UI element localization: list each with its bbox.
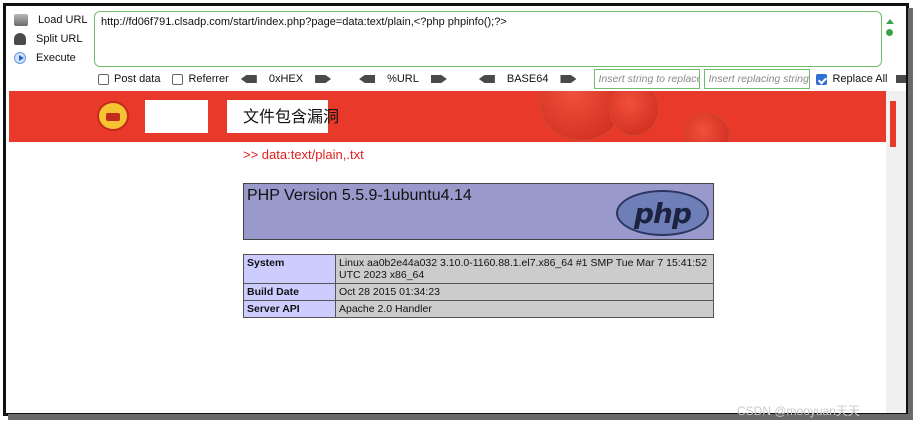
include-link[interactable]: >> data:text/plain,.txt [243,147,364,162]
header-logo-placeholder [145,100,208,133]
expand-down-icon[interactable] [886,29,893,36]
hackbar-toolbar: Load URL Split URL Execute http://fd06f7… [6,6,906,90]
execute-icon [14,51,26,64]
expand-up-icon[interactable] [886,19,894,24]
url-decode-arrow-icon[interactable] [359,75,376,83]
insert-string-input[interactable]: Insert string to replace [594,69,701,89]
table-row: System Linux aa0b2e44a032 3.10.0-1160.88… [243,254,714,284]
watermark: CSDN @mooyuan天天 [737,404,860,418]
url-encoder: %URL [355,73,451,85]
lantern-decoration-icon [609,91,659,136]
replace-arrow-icon[interactable] [895,75,906,83]
base64-encoder: BASE64 [475,73,581,85]
phpinfo-header: PHP Version 5.5.9-1ubuntu4.14 php [243,183,714,240]
load-url-label: Load URL [38,13,88,26]
header-banner [9,91,886,142]
url-textarea[interactable]: http://fd06f791.clsadp.com/start/index.p… [94,11,882,67]
info-key: System [243,254,336,284]
hackbar-options-row: Post data Referrer 0xHEX %URL BASE64 Ins… [98,69,906,89]
table-row: Build Date Oct 28 2015 01:34:23 [243,283,714,301]
split-url-label: Split URL [36,32,83,45]
scrollbar-thumb[interactable] [890,101,896,147]
replace-all-label: Replace All [832,73,888,85]
hex-encoder: 0xHEX [237,73,335,85]
phpinfo-table: System Linux aa0b2e44a032 3.10.0-1160.88… [243,254,714,318]
referrer-label: Referrer [188,73,229,85]
info-value: Apache 2.0 Handler [335,300,714,318]
replacing-string-input[interactable]: Insert replacing string [704,69,811,89]
split-url-icon [14,32,26,45]
split-url-button[interactable]: Split URL [14,29,94,48]
post-data-checkbox[interactable] [98,73,109,85]
php-version-text: PHP Version 5.5.9-1ubuntu4.14 [247,187,472,204]
lion-mascot-icon [97,101,129,131]
frame-shadow-right [908,8,913,420]
info-key: Server API [243,300,336,318]
url-label: %URL [387,73,419,85]
lantern-decoration-icon [684,113,730,142]
replace-all-checkbox[interactable] [816,73,828,85]
page-scrollbar[interactable] [886,91,906,413]
info-key: Build Date [243,283,336,301]
info-value: Linux aa0b2e44a032 3.10.0-1160.88.1.el7.… [335,254,714,284]
referrer-checkbox[interactable] [172,73,184,85]
php-logo-text: php [633,196,692,230]
hex-label: 0xHEX [268,73,304,85]
hackbar-commands: Load URL Split URL Execute [14,10,94,67]
replace-all-option[interactable]: Replace All [816,73,906,85]
post-data-label: Post data [114,73,161,85]
screenshot-frame: Load URL Split URL Execute http://fd06f7… [3,3,909,416]
post-data-option[interactable]: Post data [98,73,160,85]
page-title: 文件包含漏洞 [243,109,340,126]
execute-label: Execute [36,51,76,64]
load-url-icon [14,13,28,26]
base64-encode-arrow-icon[interactable] [560,75,577,83]
execute-button[interactable]: Execute [14,48,94,67]
info-value: Oct 28 2015 01:34:23 [335,283,714,301]
base64-label: BASE64 [506,73,549,85]
hex-encode-arrow-icon[interactable] [315,75,332,83]
table-row: Server API Apache 2.0 Handler [243,300,714,318]
referrer-option[interactable]: Referrer [172,73,229,85]
url-box-side-controls [886,19,896,36]
base64-decode-arrow-icon[interactable] [478,75,495,83]
hex-decode-arrow-icon[interactable] [240,75,257,83]
load-url-button[interactable]: Load URL [14,10,94,29]
url-encode-arrow-icon[interactable] [430,75,447,83]
php-logo-icon: php [616,190,709,236]
